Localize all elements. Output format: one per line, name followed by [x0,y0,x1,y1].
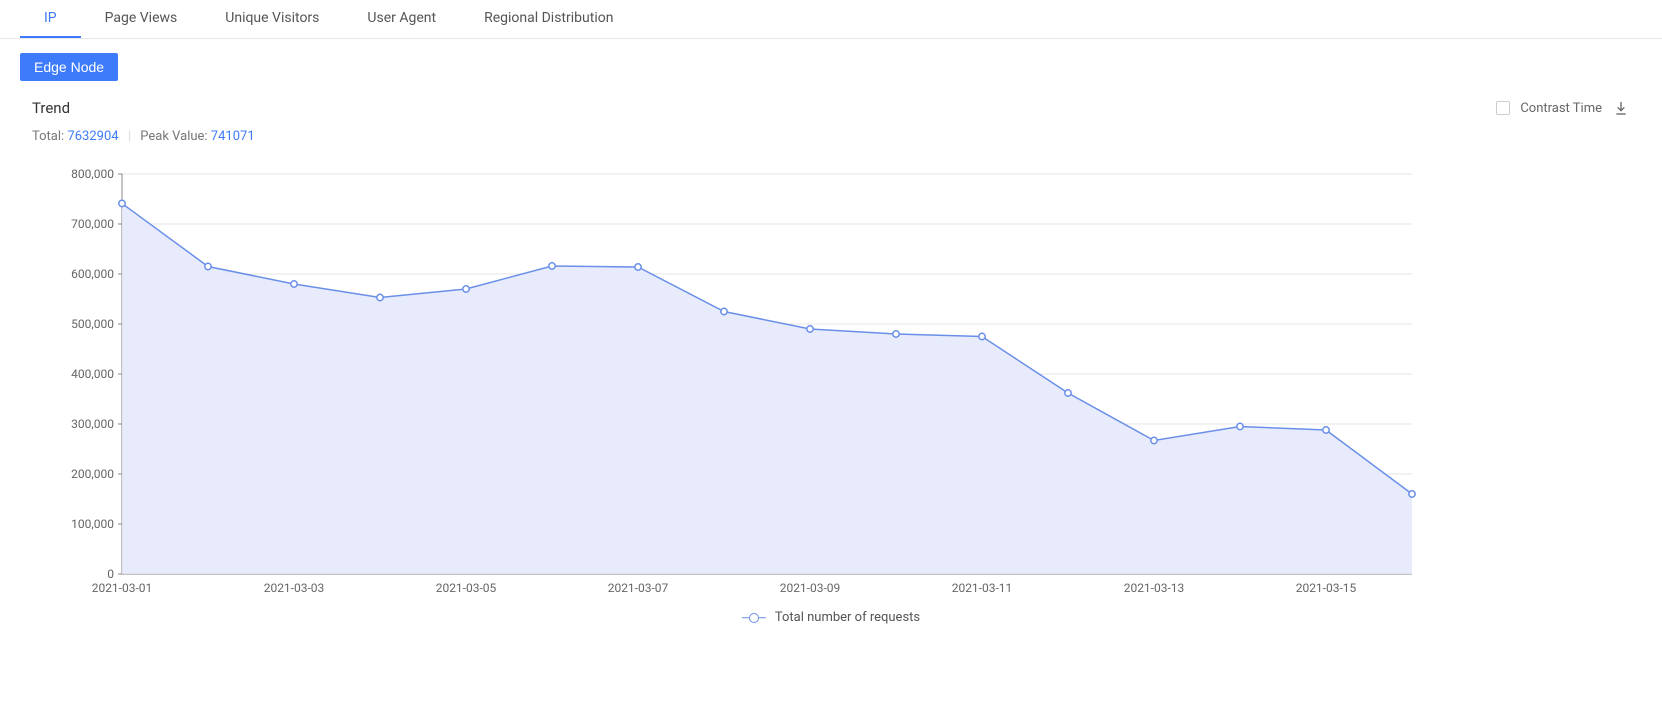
svg-text:300,000: 300,000 [71,417,114,431]
svg-text:2021-03-07: 2021-03-07 [608,581,669,595]
svg-text:2021-03-13: 2021-03-13 [1124,581,1185,595]
sub-toolbar: Edge Node [0,39,1662,81]
chart-legend: Total number of requests [32,604,1630,631]
svg-text:600,000: 600,000 [71,267,114,281]
total-label: Total: [32,129,64,144]
svg-text:2021-03-11: 2021-03-11 [952,581,1013,595]
section-title: Trend [32,99,70,117]
header-right-controls: Contrast Time [1496,99,1630,117]
contrast-time-checkbox[interactable] [1496,101,1510,115]
legend-marker-icon [742,613,766,623]
trend-chart: 0 100,000 200,000 300,000 400,000 500,000 600,… [32,164,1432,604]
stats-row: Total: 7632904 | Peak Value: 741071 [0,117,1662,144]
tab-ip[interactable]: IP [20,0,81,38]
peak-label: Peak Value: [140,129,207,144]
download-icon[interactable] [1612,99,1630,117]
svg-text:2021-03-09: 2021-03-09 [780,581,841,595]
svg-text:700,000: 700,000 [71,217,114,231]
tab-page-views[interactable]: Page Views [81,0,202,38]
svg-text:100,000: 100,000 [71,517,114,531]
tab-regional-distribution[interactable]: Regional Distribution [460,0,637,38]
total-value: 7632904 [67,129,118,144]
svg-text:400,000: 400,000 [71,367,114,381]
svg-text:2021-03-05: 2021-03-05 [436,581,497,595]
svg-text:500,000: 500,000 [71,317,114,331]
chart-container: 0 100,000 200,000 300,000 400,000 500,000 600,… [32,164,1630,631]
tab-bar: IP Page Views Unique Visitors User Agent… [0,0,1662,39]
tab-user-agent[interactable]: User Agent [343,0,460,38]
stats-separator: | [128,129,131,144]
svg-text:0: 0 [107,567,114,581]
svg-text:800,000: 800,000 [71,167,114,181]
svg-text:2021-03-15: 2021-03-15 [1296,581,1357,595]
section-header: Trend Contrast Time [0,81,1662,117]
peak-value: 741071 [211,129,255,144]
legend-label: Total number of requests [775,610,920,625]
tab-unique-visitors[interactable]: Unique Visitors [201,0,343,38]
svg-text:200,000: 200,000 [71,467,114,481]
edge-node-button[interactable]: Edge Node [20,53,118,81]
svg-text:2021-03-03: 2021-03-03 [264,581,325,595]
svg-text:2021-03-01: 2021-03-01 [92,581,153,595]
contrast-time-label: Contrast Time [1520,101,1602,116]
